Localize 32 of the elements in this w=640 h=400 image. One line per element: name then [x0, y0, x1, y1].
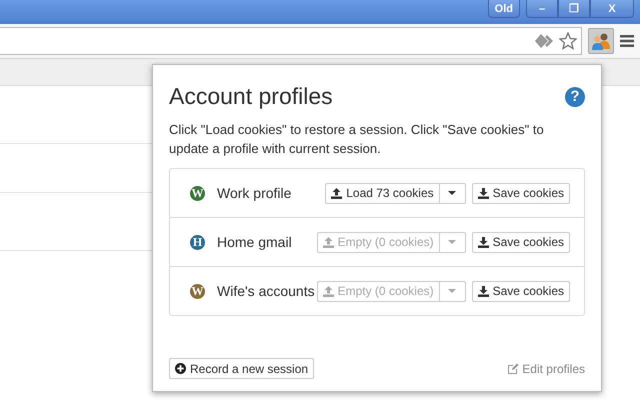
profile-name: Home gmail: [217, 234, 293, 250]
upload-icon: [331, 188, 342, 198]
dropdown-button[interactable]: [440, 182, 466, 204]
window-control-button[interactable]: X: [590, 0, 634, 18]
plus-circle-icon: [175, 363, 186, 374]
load-cookies-button[interactable]: Load 73 cookies: [325, 182, 440, 204]
upload-icon: [322, 286, 334, 296]
popup-title: Account profiles: [169, 83, 333, 110]
caret-icon: [448, 240, 456, 244]
star-icon[interactable]: [559, 32, 577, 50]
upload-icon: [322, 236, 334, 248]
menu-icon[interactable]: [620, 35, 634, 47]
people-icon[interactable]: [588, 28, 614, 54]
window-control-button[interactable]: ❐: [558, 0, 590, 18]
caret-icon: [448, 191, 456, 195]
old-badge: Old: [488, 0, 520, 18]
window-control-button[interactable]: –: [526, 0, 558, 18]
edit-icon: [507, 362, 520, 374]
download-icon: [478, 286, 489, 296]
download-icon: [478, 236, 489, 248]
download-icon: [478, 188, 489, 198]
profile-avatar: H: [190, 234, 205, 250]
help-icon[interactable]: ?: [565, 86, 585, 106]
record-session-button[interactable]: Record a new session: [169, 358, 314, 379]
description: Click "Load cookies" to restore a session. Click "Save cookies" to update a profile with current session.: [169, 121, 545, 158]
profile-avatar: W: [190, 284, 205, 298]
diamond-icon: [535, 34, 555, 48]
profile-avatar: W: [190, 186, 205, 200]
save-cookies-button[interactable]: Save cookies: [472, 182, 570, 204]
caret-icon: [448, 289, 456, 293]
profile-name: Wife's accounts: [217, 283, 316, 299]
profile-name: Work profile: [217, 185, 292, 201]
